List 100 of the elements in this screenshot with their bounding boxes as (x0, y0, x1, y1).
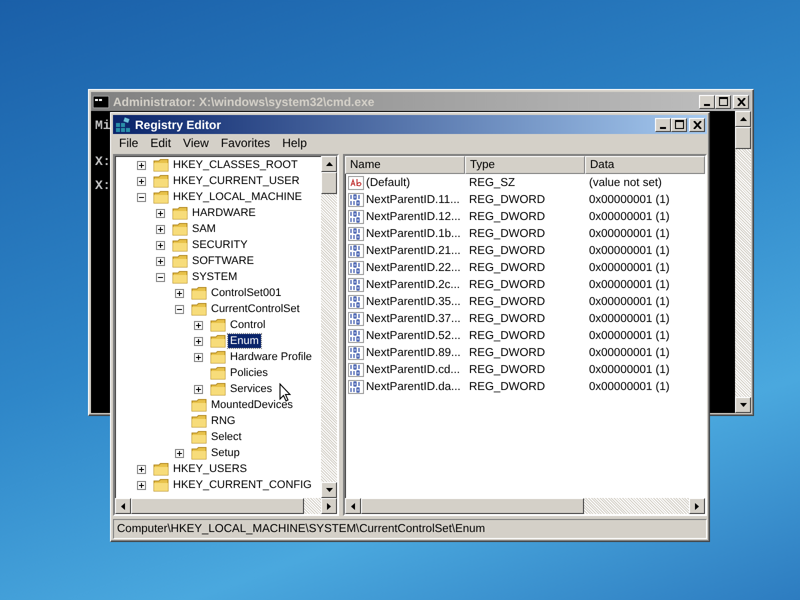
close-button[interactable] (689, 118, 705, 132)
scrollbar-thumb[interactable] (361, 498, 584, 514)
value-data: 0x00000001 (1) (588, 278, 670, 290)
down-arrow-icon (326, 488, 332, 492)
tree-item[interactable]: HKEY_CLASSES_ROOT (171, 158, 300, 172)
expand-icon[interactable] (156, 224, 165, 234)
collapse-icon[interactable] (175, 304, 184, 314)
folder-icon (191, 414, 207, 428)
tree-item[interactable]: HKEY_USERS (171, 462, 249, 476)
value-name: NextParentID.2c... (366, 278, 460, 290)
tree-item[interactable]: ControlSet001 (209, 286, 284, 300)
expand-icon[interactable] (194, 336, 203, 346)
scrollbar-thumb[interactable] (321, 172, 337, 194)
left-arrow-icon (121, 502, 125, 510)
tree-item[interactable]: SYSTEM (190, 270, 240, 284)
value-name: NextParentID.11... (366, 194, 460, 206)
menu-item[interactable]: Favorites (214, 136, 276, 150)
folder-icon (172, 254, 188, 268)
tree-item[interactable]: MountedDevices (209, 398, 295, 412)
folder-icon (172, 238, 188, 252)
folder-icon (191, 446, 207, 460)
expand-icon[interactable] (137, 176, 146, 186)
minimize-icon (704, 104, 710, 106)
column-header[interactable]: Type (465, 156, 585, 174)
tree-item[interactable]: HKEY_CURRENT_CONFIG (171, 478, 314, 492)
list-horizontal-scrollbar[interactable] (345, 498, 705, 514)
binary-value-icon (348, 346, 364, 360)
up-arrow-icon (326, 162, 332, 166)
expand-icon[interactable] (194, 352, 203, 362)
maximize-button[interactable] (715, 94, 731, 108)
console-scrollbar[interactable] (735, 111, 751, 413)
folder-icon (191, 286, 207, 300)
column-header[interactable]: Data (585, 156, 705, 174)
expand-icon[interactable] (156, 208, 165, 218)
value-name: NextParentID.89... (366, 346, 461, 358)
tree-item[interactable]: Select (209, 430, 244, 444)
value-name: (Default) (366, 176, 410, 188)
value-type: REG_DWORD (468, 278, 546, 290)
tree-item[interactable]: RNG (209, 414, 238, 428)
tree-item[interactable]: SAM (190, 222, 218, 236)
value-name: NextParentID.12... (366, 210, 461, 222)
expand-icon[interactable] (156, 256, 165, 266)
value-type: REG_DWORD (468, 194, 546, 206)
tree-item[interactable]: HARDWARE (190, 206, 258, 220)
folder-icon (172, 270, 188, 284)
expand-icon[interactable] (194, 384, 203, 394)
tree-item[interactable]: Control (228, 318, 268, 332)
console-icon (93, 96, 109, 108)
tree-item[interactable]: SECURITY (190, 238, 250, 252)
column-header[interactable]: Name (345, 156, 465, 174)
folder-icon (153, 462, 169, 476)
close-button[interactable] (733, 94, 749, 108)
value-type: REG_DWORD (468, 262, 546, 274)
tree-horizontal-scrollbar[interactable] (115, 498, 337, 514)
menu-item[interactable]: File (113, 136, 144, 150)
menu-item[interactable]: Edit (144, 136, 178, 150)
menu-item[interactable]: View (177, 136, 215, 150)
value-type: REG_DWORD (468, 312, 546, 324)
status-bar: Computer\HKEY_LOCAL_MACHINE\SYSTEM\CurrentControlSet\Enum (113, 519, 707, 539)
value-data: 0x00000001 (1) (588, 330, 670, 342)
expand-icon[interactable] (137, 464, 146, 474)
tree-item[interactable]: Policies (228, 366, 270, 380)
binary-value-icon (348, 244, 364, 258)
value-name: NextParentID.37... (366, 312, 461, 324)
scrollbar-thumb[interactable] (735, 127, 751, 149)
tree-item[interactable]: HKEY_CURRENT_USER (171, 174, 302, 188)
tree-item[interactable]: Setup (209, 446, 242, 460)
binary-value-icon (348, 192, 364, 206)
maximize-icon (674, 120, 684, 129)
tree-item[interactable]: Hardware Profile (228, 350, 314, 364)
tree-item[interactable]: SOFTWARE (190, 254, 256, 268)
expand-icon[interactable] (175, 288, 184, 298)
tree-item[interactable]: Enum (228, 334, 261, 348)
expand-icon[interactable] (137, 160, 146, 170)
collapse-icon[interactable] (137, 192, 146, 202)
tree-scrollbar[interactable] (321, 156, 337, 498)
up-arrow-icon (740, 117, 746, 121)
expand-icon[interactable] (156, 240, 165, 250)
maximize-icon (718, 97, 728, 106)
collapse-icon[interactable] (156, 272, 165, 282)
expand-icon[interactable] (194, 320, 203, 330)
value-type: REG_DWORD (468, 210, 546, 222)
folder-icon (191, 302, 207, 316)
minimize-button[interactable] (655, 118, 671, 132)
window-title: Registry Editor (135, 118, 222, 132)
menu-item[interactable]: Help (276, 136, 313, 150)
tree-item[interactable]: HKEY_LOCAL_MACHINE (171, 190, 304, 204)
scrollbar-thumb[interactable] (131, 498, 304, 514)
value-type: REG_DWORD (468, 228, 546, 240)
minimize-button[interactable] (699, 94, 715, 108)
expand-icon[interactable] (175, 448, 184, 458)
expand-icon[interactable] (137, 480, 146, 490)
folder-icon (210, 334, 226, 348)
maximize-button[interactable] (671, 118, 687, 132)
binary-value-icon (348, 380, 364, 394)
right-arrow-icon (327, 502, 331, 510)
tree-item[interactable]: CurrentControlSet (209, 302, 302, 316)
value-name: NextParentID.cd... (366, 364, 460, 376)
tree-item[interactable]: Services (228, 382, 274, 396)
value-data: 0x00000001 (1) (588, 312, 670, 324)
